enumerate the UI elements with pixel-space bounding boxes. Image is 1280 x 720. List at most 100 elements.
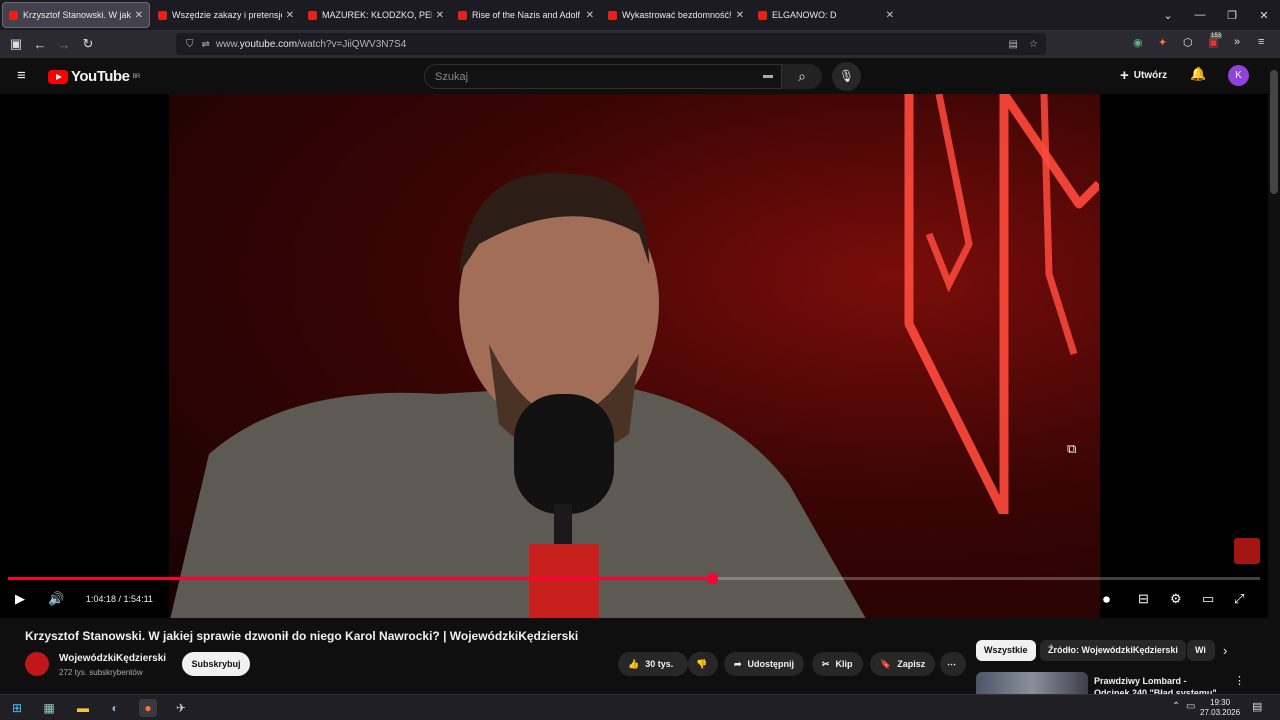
youtube-favicon-icon xyxy=(608,10,617,20)
youtube-play-logo-icon xyxy=(48,69,68,84)
firefox-icon[interactable]: ● xyxy=(139,699,157,717)
restore-icon[interactable]: ❐ xyxy=(1216,9,1248,22)
search-icon: ⌕ xyxy=(798,68,806,84)
browser-tab[interactable]: ELGANOWO: D ✕ xyxy=(752,2,900,28)
minimize-icon[interactable]: — xyxy=(1184,9,1216,21)
close-icon[interactable]: ✕ xyxy=(135,10,143,21)
voice-search-button[interactable]: 🎙 xyxy=(832,62,861,91)
tray-chevron-icon[interactable]: ⌃ xyxy=(1172,701,1180,712)
browser-tab[interactable]: Rise of the Nazis and Adolf Hitl ✕ xyxy=(452,2,600,28)
recommendation-thumbnail[interactable] xyxy=(976,672,1088,694)
miniplayer-icon[interactable]: ▭ xyxy=(1202,591,1214,607)
hamburger-menu-icon[interactable]: ≡ xyxy=(17,67,26,84)
back-icon[interactable]: ← xyxy=(28,37,52,52)
autoplay-toggle-icon[interactable]: ⏺ xyxy=(1103,591,1110,608)
video-title: Krzysztof Stanowski. W jakiej sprawie dz… xyxy=(25,629,579,643)
save-button[interactable]: 🔖 Zapisz xyxy=(870,652,936,676)
menu-icon[interactable]: ≡ xyxy=(1258,36,1264,48)
current-time: 1:04:18 xyxy=(86,594,117,604)
tab-title: Wykastrować bezdomność! Ust xyxy=(622,10,732,20)
tab-title: MAZUREK: KŁODZKO, PEDOFILI xyxy=(322,10,432,20)
permissions-icon[interactable]: ⇌ xyxy=(202,39,210,50)
person-image xyxy=(170,173,866,618)
close-icon[interactable]: ✕ xyxy=(736,10,744,21)
share-button[interactable]: ➦ Udostępnij xyxy=(724,652,805,676)
browser-tab-bar: Krzysztof Stanowski. W jakiej sp ✕ Wszędz… xyxy=(0,0,1280,30)
scrollbar-thumb[interactable] xyxy=(1270,70,1278,194)
subscribe-button[interactable]: Subskrybuj xyxy=(182,652,250,676)
subtitles-icon[interactable]: ⊟ xyxy=(1138,591,1149,607)
volume-icon[interactable]: 🔊 xyxy=(48,591,64,607)
windows-start-icon[interactable]: ⊞ xyxy=(8,699,26,717)
close-window-icon[interactable]: ✕ xyxy=(1248,9,1280,22)
chip-all[interactable]: Wszystkie xyxy=(976,640,1036,661)
browser-tab[interactable]: MAZUREK: KŁODZKO, PEDOFILI ✕ xyxy=(302,2,450,28)
share-label: Udostępnij xyxy=(747,659,795,669)
time-separator: / xyxy=(116,594,124,604)
keyboard-icon[interactable]: ▬ xyxy=(763,70,773,81)
window-controls: ⌄ — ❐ ✕ xyxy=(1152,0,1280,30)
play-icon[interactable]: ▶ xyxy=(15,591,25,607)
progress-fill xyxy=(8,577,712,580)
channel-watermark[interactable] xyxy=(1234,538,1260,564)
task-view-icon[interactable]: ▦ xyxy=(40,699,58,717)
reader-view-icon[interactable]: ▤ xyxy=(1009,39,1018,50)
close-icon[interactable]: ✕ xyxy=(286,10,294,21)
recommendation-title[interactable]: Prawdziwy Lombard - Odcinek 240 "Błąd sy… xyxy=(1094,675,1224,695)
steam-icon[interactable]: ◐ xyxy=(106,699,124,717)
tab-title: Wszędzie zakazy i pretensje! Lu xyxy=(172,10,282,20)
like-count: 30 tys. xyxy=(645,659,674,669)
address-bar[interactable]: ⛉ ⇌ www. youtube.com/watch?v=JiiQWV3N7S4 … xyxy=(176,33,1046,55)
settings-gear-icon[interactable]: ⚙ xyxy=(1170,591,1182,607)
reload-icon[interactable]: ↻ xyxy=(76,36,100,52)
more-actions-button[interactable]: ⋯ xyxy=(940,652,966,676)
notifications-bell-icon[interactable]: 🔔 xyxy=(1190,66,1206,82)
chip-more[interactable]: Wi xyxy=(1187,640,1215,661)
overflow-icon[interactable]: » xyxy=(1234,36,1240,48)
channel-avatar[interactable] xyxy=(25,652,49,676)
thumbs-down-icon: 👎 xyxy=(696,658,708,669)
video-frame xyxy=(169,94,1100,618)
app-icon[interactable]: ✈ xyxy=(172,699,190,717)
chevron-right-icon[interactable]: › xyxy=(1223,643,1227,658)
extensions-icon[interactable]: ⬡ xyxy=(1183,36,1193,49)
clip-button[interactable]: ✂ Klip xyxy=(812,652,863,676)
system-clock[interactable]: 19:30 27.03.2026 xyxy=(1200,698,1240,718)
shield-icon[interactable]: ⛉ xyxy=(186,39,194,50)
close-icon[interactable]: ✕ xyxy=(886,10,894,21)
channel-name[interactable]: WojewódzkiKędzierski xyxy=(59,653,166,664)
youtube-favicon-icon xyxy=(158,10,167,20)
browser-tab[interactable]: Krzysztof Stanowski. W jakiej sp ✕ xyxy=(2,2,150,28)
browser-tab[interactable]: Wszędzie zakazy i pretensje! Lu ✕ xyxy=(152,2,300,28)
expand-icon[interactable]: ⧉ xyxy=(1067,441,1076,457)
sidebar-toggle-icon[interactable]: ▣ xyxy=(4,36,28,52)
progress-bar[interactable] xyxy=(8,573,1260,584)
file-explorer-icon[interactable]: ▬ xyxy=(74,699,92,717)
scrubber-handle[interactable] xyxy=(706,573,718,584)
search-input[interactable]: Szukaj ▬ xyxy=(424,64,782,89)
dislike-button[interactable]: 👎 xyxy=(688,652,718,676)
youtube-favicon-icon xyxy=(758,10,767,20)
account-avatar[interactable]: K xyxy=(1228,65,1249,86)
time-display: 1:04:18 / 1:54:11 xyxy=(86,594,153,604)
video-player[interactable]: ⧉ ▶ 🔊 1:04:18 / 1:54:11 ⏺ ⊟ ⚙ ▭ ⤢ xyxy=(0,94,1268,618)
network-icon[interactable]: ▭ xyxy=(1186,701,1195,712)
notification-center-icon[interactable]: ▤ xyxy=(1252,700,1262,713)
fullscreen-icon[interactable]: ⤢ xyxy=(1234,591,1244,607)
tab-list-icon[interactable]: ⌄ xyxy=(1152,9,1184,22)
search-placeholder: Szukaj xyxy=(435,71,469,83)
like-button[interactable]: 👍 30 tys. xyxy=(618,652,688,676)
chip-source[interactable]: Źródło: WojewódzkiKędzierski xyxy=(1040,640,1186,661)
page-scrollbar[interactable] xyxy=(1268,58,1280,694)
close-icon[interactable]: ✕ xyxy=(436,10,444,21)
more-vertical-icon[interactable]: ⋮ xyxy=(1234,674,1245,687)
bookmark-star-icon[interactable]: ☆ xyxy=(1029,39,1038,50)
browser-tab[interactable]: Wykastrować bezdomność! Ust ✕ xyxy=(602,2,750,28)
create-button[interactable]: + Utwórz xyxy=(1120,67,1167,84)
search-button[interactable]: ⌕ xyxy=(782,64,822,89)
forward-icon[interactable]: → xyxy=(52,37,76,52)
extension-fox-icon[interactable]: ✦ xyxy=(1158,36,1167,49)
extension-shield-icon[interactable]: ◉ xyxy=(1133,36,1143,49)
close-icon[interactable]: ✕ xyxy=(586,10,594,21)
youtube-logo[interactable]: YouTube BR xyxy=(48,68,140,85)
